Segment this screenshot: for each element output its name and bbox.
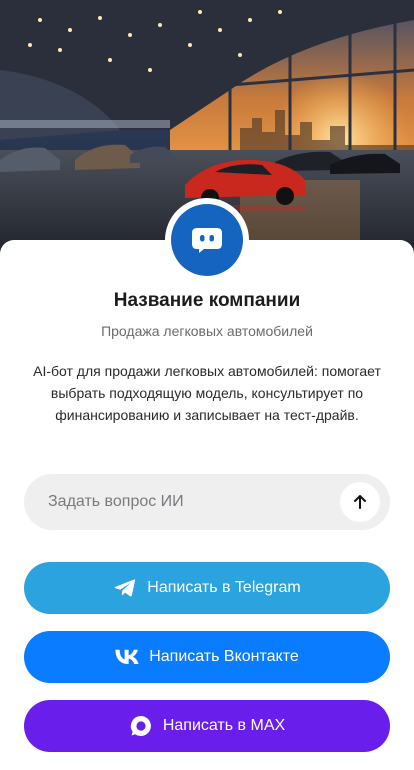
write-telegram-label: Написать в Telegram: [147, 579, 301, 596]
telegram-icon: [113, 576, 137, 600]
company-avatar: [165, 198, 249, 282]
send-button[interactable]: [340, 482, 380, 522]
write-telegram-button[interactable]: Написать в Telegram: [24, 562, 390, 614]
write-max-label: Написать в MAX: [162, 717, 286, 734]
write-vk-label: Написать Вконтакте: [149, 648, 299, 665]
company-description: AI-бот для продажи легковых автомобилей:…: [33, 363, 381, 423]
write-max-button[interactable]: Написать в MAX: [24, 700, 390, 752]
company-subtitle: Продажа легковых автомобилей: [101, 323, 313, 339]
company-name: Название компании: [113, 290, 301, 311]
write-vk-button[interactable]: Написать Вконтакте: [24, 631, 390, 683]
vk-icon: [115, 645, 139, 669]
max-icon: [129, 714, 153, 738]
ask-ai-box: [24, 474, 390, 530]
ask-ai-input[interactable]: [48, 474, 348, 530]
arrow-up-icon: [351, 493, 369, 511]
bot-chat-icon: [171, 204, 243, 276]
